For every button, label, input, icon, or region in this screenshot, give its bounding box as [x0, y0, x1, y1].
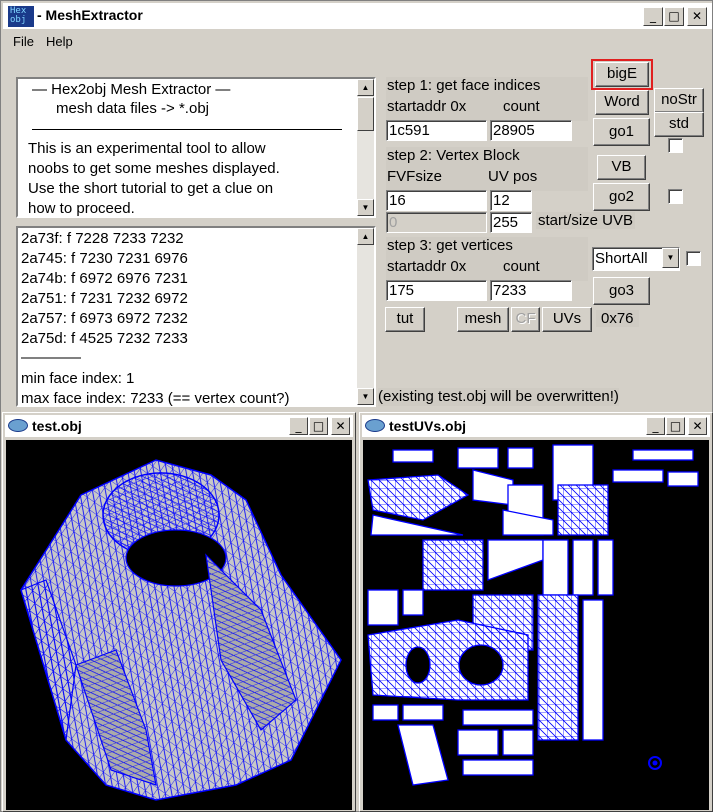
go1-checkbox[interactable] [668, 138, 683, 153]
minimize-button[interactable]: _ [289, 417, 308, 435]
intro-para-2: noobs to get some meshes displayed. [28, 160, 280, 177]
log-scrollbar[interactable]: ▲ ▼ [357, 228, 374, 405]
close-button[interactable]: ✕ [331, 417, 350, 435]
log-line-min: min face index: 1 [21, 370, 135, 387]
intro-line1: — Hex2obj Mesh Extractor — [32, 81, 231, 98]
intro-scrollbar[interactable]: ▲ ▼ [357, 79, 374, 216]
uvb-size-input[interactable]: 255 [490, 212, 532, 233]
uv-pos-input[interactable]: 12 [490, 190, 532, 211]
vertex-format-value: ShortAll [595, 250, 648, 267]
maximize-button[interactable]: □ [664, 7, 684, 26]
viewer1-title: test.obj [32, 418, 82, 434]
word-button[interactable]: Word [595, 90, 649, 115]
minimize-button[interactable]: _ [646, 417, 665, 435]
step2-fvf-label: FVFsize [387, 168, 443, 185]
hex-readout: 0x76 [596, 310, 639, 327]
std-button[interactable]: std [654, 112, 704, 137]
intro-divider [32, 129, 342, 130]
maximize-button[interactable]: □ [666, 417, 685, 435]
step1-addr-label: startaddr 0x [387, 98, 467, 115]
log-textbox[interactable]: 2a73f: f 7228 7233 7232 2a745: f 7230 72… [16, 226, 376, 407]
step2-panel: step 2: Vertex Block FVFsize UV pos [386, 147, 588, 191]
viewer-icon [365, 419, 385, 432]
intro-para-3: Use the short tutorial to get a clue on [28, 180, 274, 197]
step2-uv-label: UV pos [488, 168, 538, 185]
step1-panel: step 1: get face indices startaddr 0x co… [386, 77, 588, 121]
step3-count-label: count [503, 258, 540, 275]
uv-render [367, 444, 699, 786]
go1-button[interactable]: go1 [593, 118, 650, 146]
menu-bar: File Help [3, 31, 712, 53]
close-button[interactable]: ✕ [687, 7, 707, 26]
mesh-viewport[interactable] [6, 440, 352, 810]
scroll-down-icon[interactable]: ▼ [357, 199, 374, 216]
viewer1-window: test.obj _ □ ✕ [2, 412, 356, 812]
scroll-up-icon[interactable]: ▲ [357, 228, 374, 245]
close-button[interactable]: ✕ [688, 417, 707, 435]
step1-count-input[interactable]: 28905 [490, 120, 572, 141]
go2-button[interactable]: go2 [593, 183, 650, 211]
intro-para-1: This is an experimental tool to allow [28, 140, 266, 157]
cf-button: CF [511, 307, 540, 332]
log-line-5: 2a757: f 6973 6972 7232 [21, 310, 188, 327]
vertex-format-select[interactable]: ShortAll ▼ [592, 247, 680, 271]
step3-count-input[interactable]: 7233 [490, 280, 572, 301]
viewer-icon [8, 419, 28, 432]
log-line-2: 2a745: f 7230 7231 6976 [21, 250, 188, 267]
scroll-up-icon[interactable]: ▲ [357, 79, 374, 96]
uvs-button[interactable]: UVs [542, 307, 592, 332]
intro-textbox[interactable]: — Hex2obj Mesh Extractor — mesh data fil… [16, 77, 376, 218]
step3-addr-input[interactable]: 175 [386, 280, 487, 301]
mesh-render [20, 459, 342, 801]
step3-addr-label: startaddr 0x [387, 258, 467, 275]
viewer2-titlebar[interactable]: testUVs.obj _ □ ✕ [362, 415, 710, 437]
uvb-start-input: 0 [386, 212, 487, 233]
mesh-body [20, 459, 342, 801]
status-text: (existing test.obj will be overwritten!) [378, 388, 619, 406]
step1-addr-input[interactable]: 1c591 [386, 120, 487, 141]
log-line-max: max face index: 7233 (== vertex count?) [21, 390, 290, 407]
step1-title: step 1: get face indices [387, 77, 541, 94]
viewer1-titlebar[interactable]: test.obj _ □ ✕ [5, 415, 353, 437]
tutorial-button[interactable]: tut [385, 307, 425, 332]
log-line-1: 2a73f: f 7228 7233 7232 [21, 230, 184, 247]
app-icon: Hex obj [8, 6, 34, 27]
minimize-button[interactable]: _ [643, 7, 663, 26]
uvb-label: start/size UVB [536, 212, 636, 229]
log-line-3: 2a74b: f 6972 6976 7231 [21, 270, 188, 287]
step1-count-label: count [503, 98, 540, 115]
menu-file[interactable]: File [13, 34, 34, 49]
window-title: - MeshExtractor [37, 7, 143, 23]
viewer2-window: testUVs.obj _ □ ✕ [359, 412, 713, 812]
nostr-button[interactable]: noStr [654, 88, 704, 113]
vb-button[interactable]: VB [597, 155, 646, 180]
mesh-button[interactable]: mesh [457, 307, 509, 332]
title-bar[interactable]: Hex obj - MeshExtractor _ □ ✕ [3, 3, 712, 29]
chevron-down-icon[interactable]: ▼ [662, 248, 679, 268]
scroll-thumb[interactable] [357, 97, 374, 131]
viewer2-title: testUVs.obj [389, 418, 467, 434]
step3-title: step 3: get vertices [387, 237, 513, 254]
go3-button[interactable]: go3 [593, 277, 650, 305]
log-line-6: 2a75d: f 4525 7232 7233 [21, 330, 188, 347]
go3-checkbox[interactable] [686, 251, 701, 266]
intro-para-4: how to proceed. [28, 200, 135, 217]
menu-help[interactable]: Help [46, 34, 73, 49]
log-line-4: 2a751: f 7231 7232 6972 [21, 290, 188, 307]
uv-viewport[interactable] [363, 440, 709, 810]
go2-checkbox[interactable] [668, 189, 683, 204]
log-separator: ———— [21, 349, 81, 366]
bigE-button[interactable]: bigE [595, 62, 649, 87]
intro-line2: mesh data files -> *.obj [56, 100, 209, 117]
step3-panel: step 3: get vertices startaddr 0x count [386, 237, 588, 281]
main-window: Hex obj - MeshExtractor _ □ ✕ File Help … [0, 0, 713, 812]
step2-title: step 2: Vertex Block [387, 147, 520, 164]
scroll-down-icon[interactable]: ▼ [357, 388, 374, 405]
fvf-size-input[interactable]: 16 [386, 190, 487, 211]
maximize-button[interactable]: □ [309, 417, 328, 435]
